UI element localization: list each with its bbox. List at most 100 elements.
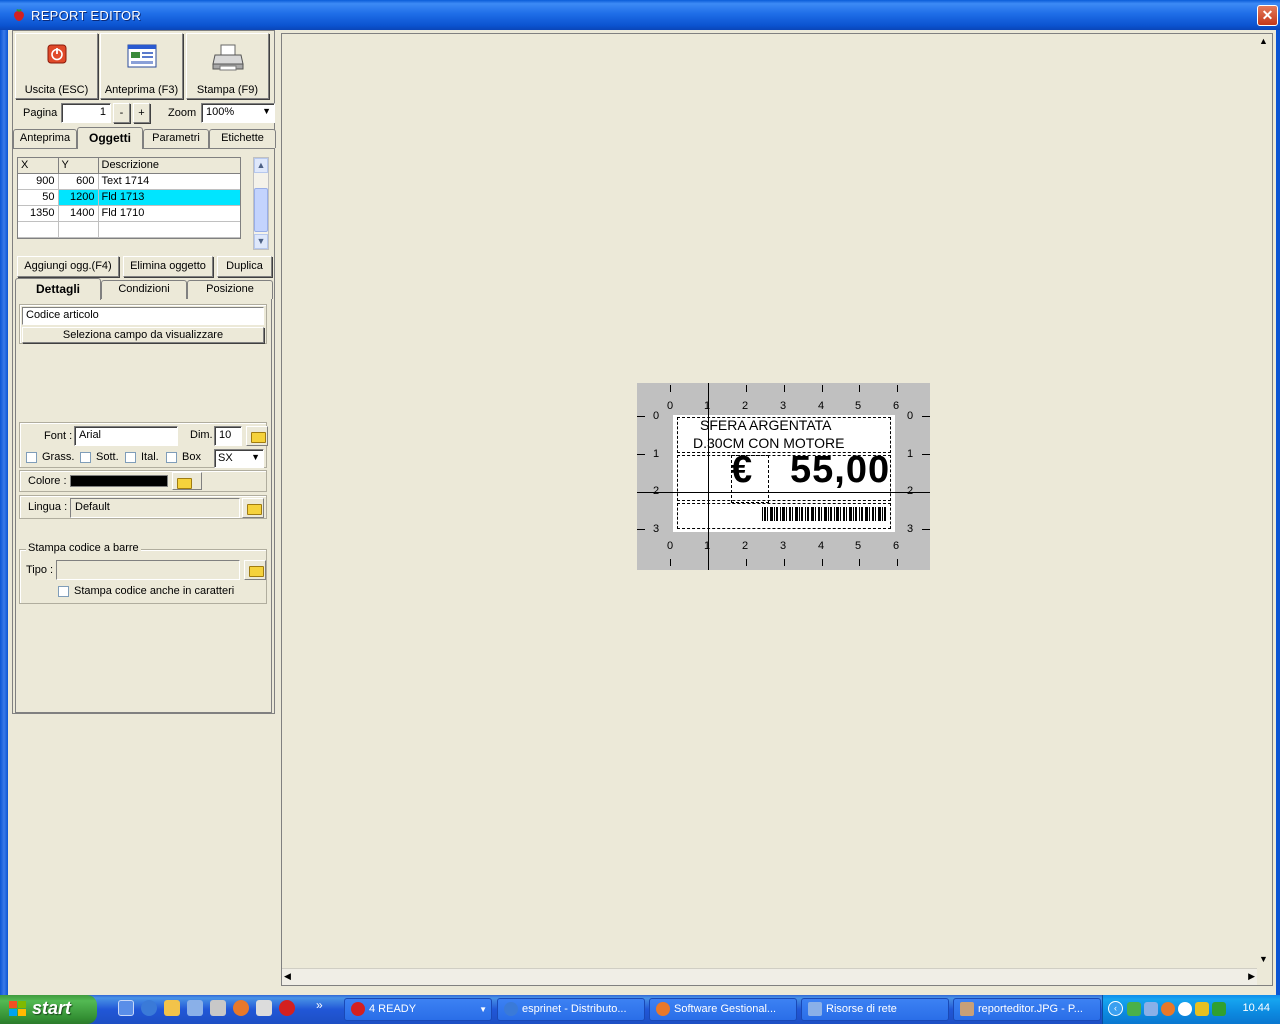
tab-dettagli[interactable]: Dettagli <box>15 278 101 300</box>
color-swatch[interactable] <box>70 475 168 487</box>
delete-object-button[interactable]: Elimina oggetto <box>123 256 213 277</box>
font-folder-icon[interactable] <box>246 426 268 446</box>
canvas-horizontal-scrollbar[interactable]: ◀ ▶ <box>282 968 1257 985</box>
language-input[interactable]: Default <box>70 498 240 518</box>
tab-parametri[interactable]: Parametri <box>143 129 209 148</box>
cell-desc[interactable]: Text 1714 <box>98 173 240 190</box>
report-canvas[interactable]: ▲ ▼ ◀ ▶ 0 1 2 3 4 5 6 0 1 2 3 4 5 6 0 1 <box>281 33 1273 986</box>
scroll-left-icon[interactable]: ◀ <box>284 971 291 982</box>
g-icon[interactable] <box>1178 1002 1192 1016</box>
task-4-ready[interactable]: 4 READY ▼ <box>344 998 492 1021</box>
table-row-selected[interactable]: 50 1200 Fld 1713 <box>18 189 240 206</box>
col-x[interactable]: X <box>18 158 59 174</box>
cell-desc[interactable]: Fld 1710 <box>98 205 240 222</box>
label-preview[interactable]: 0 1 2 3 4 5 6 0 1 2 3 4 5 6 0 1 2 3 0 1 … <box>637 383 930 570</box>
zoom-select[interactable]: 100% ▼ <box>201 103 275 123</box>
table-row[interactable]: 1350 1400 Fld 1710 <box>18 205 240 222</box>
canvas-vertical-scrollbar[interactable]: ▲ ▼ <box>1255 34 1272 964</box>
select-field-button[interactable]: Seleziona campo da visualizzare <box>22 327 264 343</box>
preview-button[interactable]: Anteprima (F3) <box>100 33 183 99</box>
ruler-tick <box>822 385 823 392</box>
table-row[interactable]: 900 600 Text 1714 <box>18 173 240 190</box>
explorer-icon[interactable] <box>164 1000 180 1016</box>
chevron-right-icon[interactable]: » <box>316 998 323 1012</box>
internet-explorer-icon[interactable] <box>141 1000 157 1016</box>
color-folder-icon[interactable] <box>172 472 202 490</box>
bold-checkbox[interactable] <box>26 452 37 463</box>
preview-window-icon <box>127 44 156 68</box>
field-name-display: Codice articolo <box>22 307 264 325</box>
font-group: Font : Arial Dim. 10 Grass. Sott. Ital. … <box>19 422 268 468</box>
barcode-folder-icon[interactable] <box>244 560 266 580</box>
tab-posizione[interactable]: Posizione <box>187 280 273 299</box>
page-plus-button[interactable]: + <box>133 103 150 123</box>
chevron-down-icon[interactable]: ▼ <box>262 106 271 116</box>
label-paper[interactable]: SFERA ARGENTATA D.30CM CON MOTORE € 55,0… <box>673 415 895 532</box>
underline-checkbox[interactable] <box>80 452 91 463</box>
cell-y[interactable]: 600 <box>58 173 99 190</box>
size-input[interactable]: 10 <box>214 426 242 446</box>
box-checkbox[interactable] <box>166 452 177 463</box>
close-button[interactable]: ✕ <box>1257 5 1278 26</box>
objects-table[interactable]: X Y Descrizione 900 600 Text 1714 50 120… <box>17 157 241 239</box>
tab-oggetti[interactable]: Oggetti <box>77 127 143 149</box>
barcode-chars-checkbox[interactable] <box>58 586 69 597</box>
flag-icon[interactable] <box>1195 1002 1209 1016</box>
barcode-type-input[interactable] <box>56 560 240 580</box>
title-bar[interactable]: REPORT EDITOR ✕ <box>0 0 1280 30</box>
start-button[interactable]: start <box>0 995 97 1024</box>
font-input[interactable]: Arial <box>74 426 178 446</box>
chevron-left-icon[interactable]: ‹ <box>1108 1001 1123 1016</box>
add-object-button[interactable]: Aggiungi ogg.(F4) <box>17 256 119 277</box>
task-reporteditor-jpg[interactable]: reporteditor.JPG - P... <box>953 998 1101 1021</box>
network-icon <box>808 1002 822 1016</box>
col-y[interactable]: Y <box>58 158 99 174</box>
color-group: Colore : <box>19 470 267 492</box>
strawberry-icon[interactable] <box>279 1000 295 1016</box>
strawberry-icon <box>351 1002 365 1016</box>
table-row-empty[interactable] <box>18 221 240 238</box>
task-risorse-di-rete[interactable]: Risorse di rete <box>801 998 949 1021</box>
vertical-guide-line[interactable] <box>708 383 709 570</box>
network-icon[interactable] <box>1144 1002 1158 1016</box>
page-minus-button[interactable]: - <box>113 103 130 123</box>
objects-scrollbar[interactable]: ▲ ▼ <box>253 157 269 250</box>
cell-y[interactable]: 1200 <box>58 189 99 206</box>
scroll-up-icon[interactable]: ▲ <box>1259 36 1268 46</box>
language-folder-icon[interactable] <box>242 498 264 518</box>
tab-etichette[interactable]: Etichette <box>209 129 276 148</box>
col-descrizione[interactable]: Descrizione <box>98 158 240 174</box>
cell-x[interactable]: 1350 <box>18 205 59 222</box>
scroll-down-icon[interactable]: ▼ <box>1259 954 1268 964</box>
cell-desc[interactable]: Fld 1713 <box>98 189 240 206</box>
network-icon[interactable] <box>187 1000 203 1016</box>
chevron-down-icon[interactable]: ▼ <box>251 452 260 462</box>
task-esprinet[interactable]: esprinet - Distributo... <box>497 998 645 1021</box>
italic-checkbox[interactable] <box>125 452 136 463</box>
barcode-group-title: Stampa codice a barre <box>26 542 141 554</box>
cell-x[interactable]: 900 <box>18 173 59 190</box>
firefox-icon[interactable] <box>1161 1002 1175 1016</box>
align-select[interactable]: SX ▼ <box>214 449 264 468</box>
tab-condizioni[interactable]: Condizioni <box>101 280 187 299</box>
print-button[interactable]: Stampa (F9) <box>186 33 269 99</box>
exit-button[interactable]: Uscita (ESC) <box>15 33 98 99</box>
messenger-icon[interactable] <box>1127 1002 1141 1016</box>
horizontal-guide-line[interactable] <box>637 492 930 493</box>
printer-icon[interactable] <box>256 1000 272 1016</box>
show-desktop-icon[interactable] <box>118 1000 134 1016</box>
scroll-up-icon[interactable]: ▲ <box>254 158 268 173</box>
scroll-right-icon[interactable]: ▶ <box>1248 971 1255 982</box>
mail-icon[interactable] <box>210 1000 226 1016</box>
firefox-icon[interactable] <box>233 1000 249 1016</box>
cell-y[interactable]: 1400 <box>58 205 99 222</box>
antivirus-icon[interactable] <box>1212 1002 1226 1016</box>
cell-x[interactable]: 50 <box>18 189 59 206</box>
scroll-thumb[interactable] <box>254 188 268 232</box>
ruler-right-1: 1 <box>907 448 914 460</box>
duplicate-button[interactable]: Duplica <box>217 256 272 277</box>
page-input[interactable]: 1 <box>61 103 111 123</box>
scroll-down-icon[interactable]: ▼ <box>254 234 268 249</box>
tab-anteprima[interactable]: Anteprima <box>13 129 77 148</box>
task-software-gestionale[interactable]: Software Gestional... <box>649 998 797 1021</box>
